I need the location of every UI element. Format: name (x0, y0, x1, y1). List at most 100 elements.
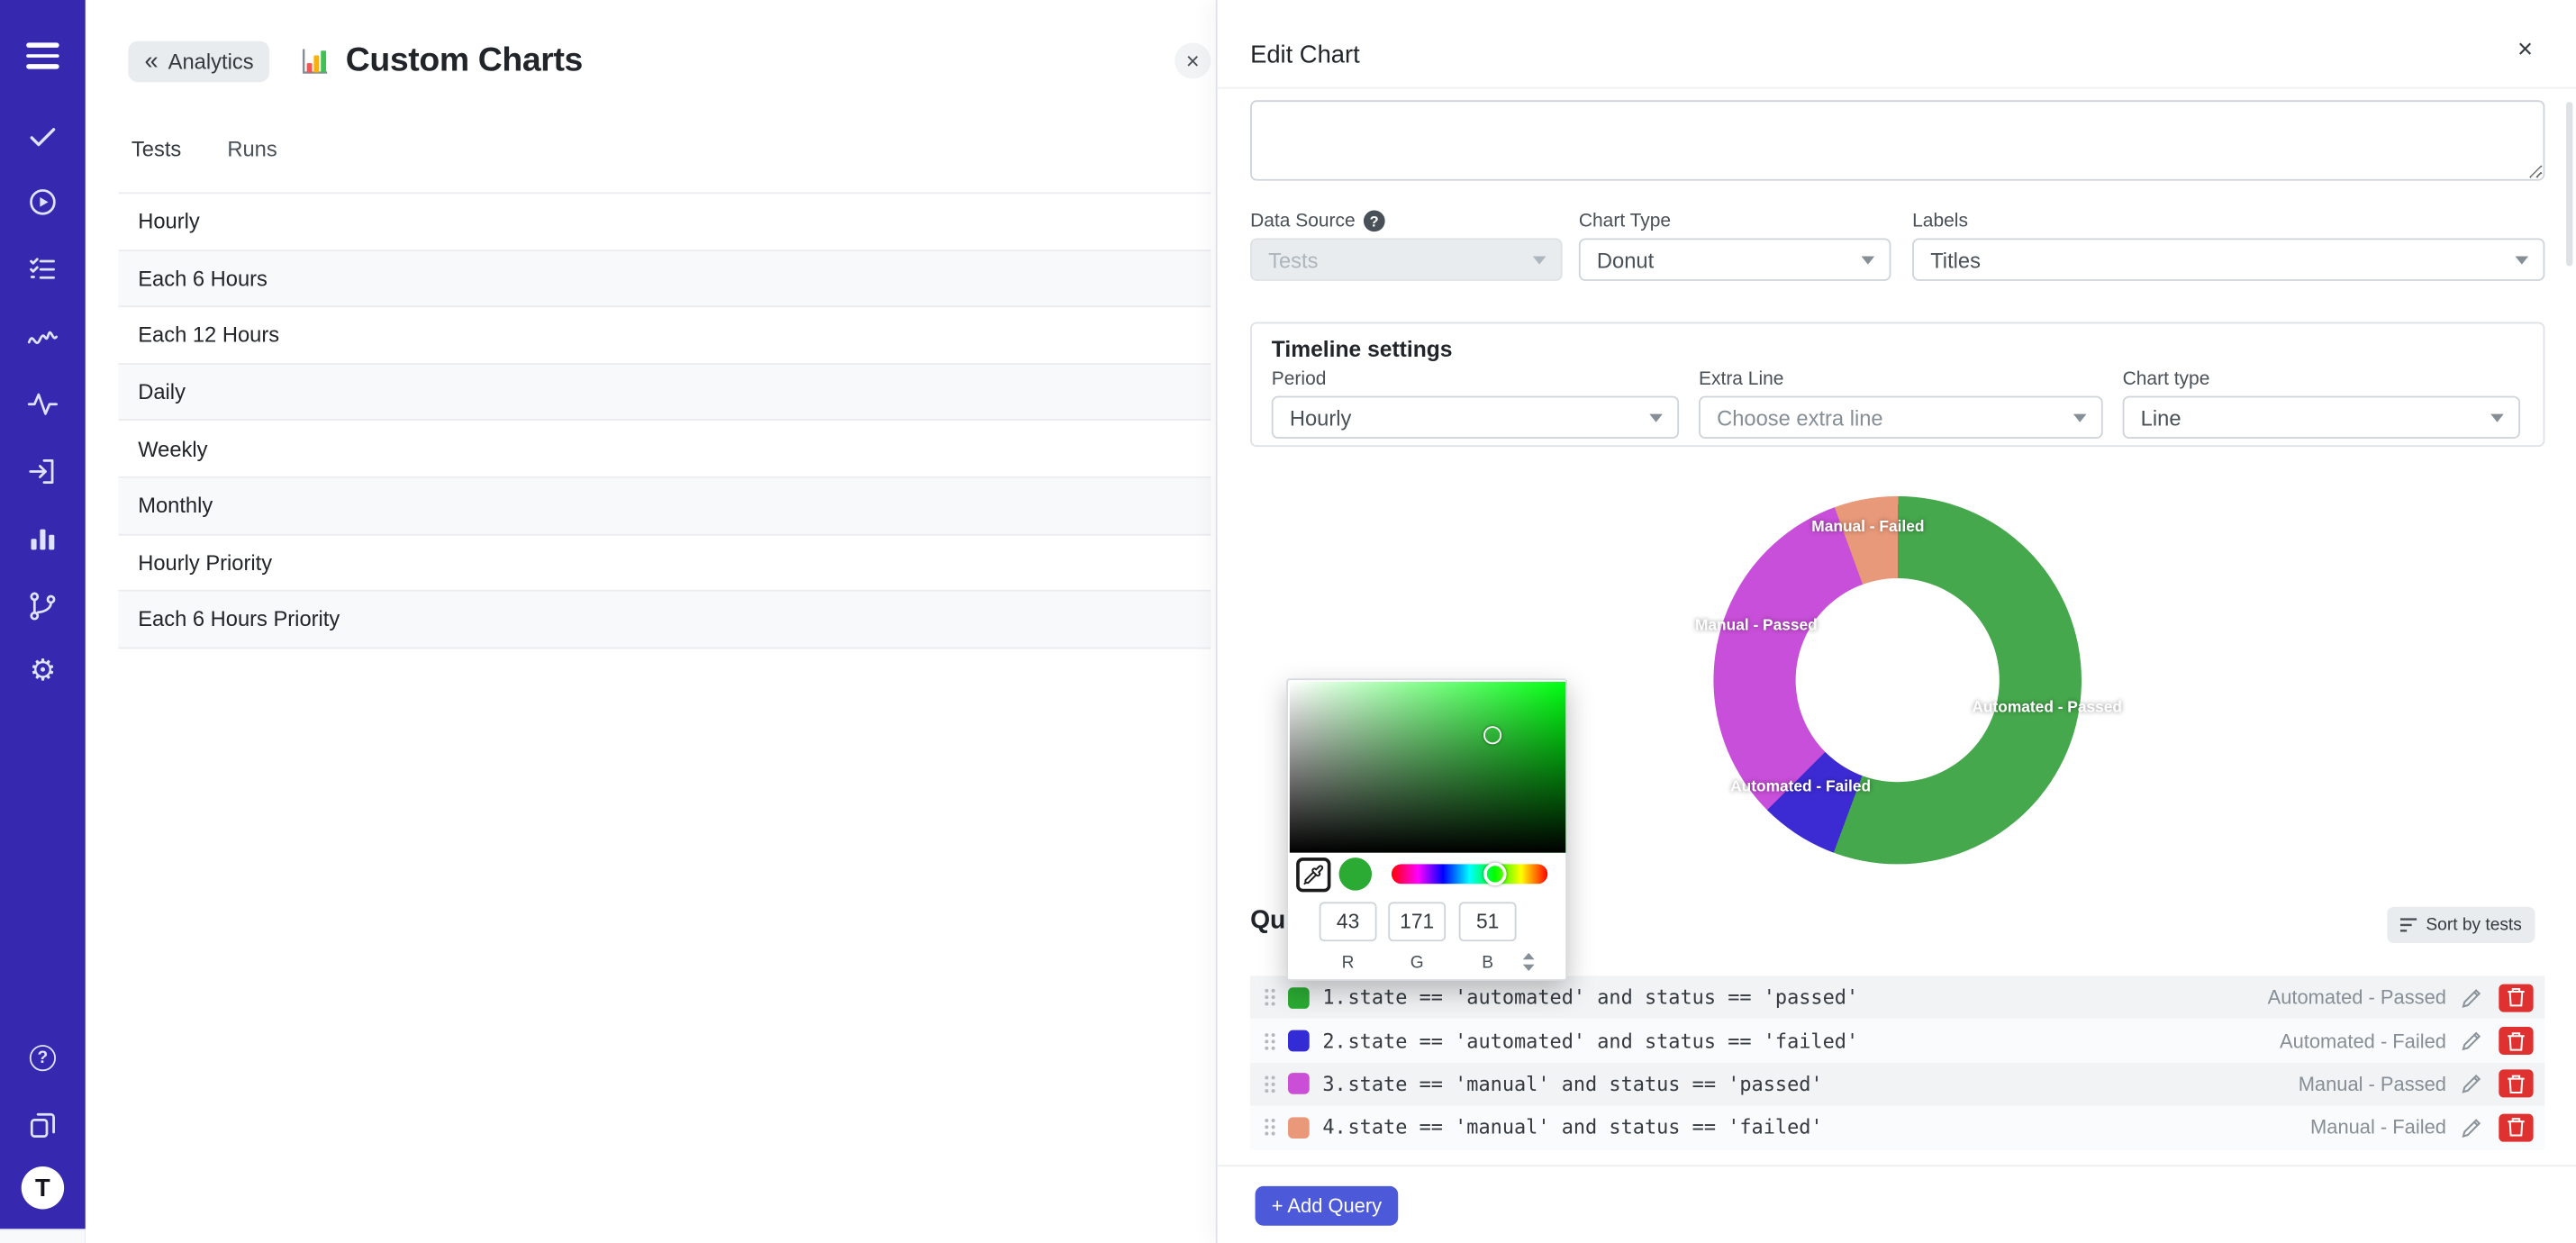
tab-tests[interactable]: Tests (132, 136, 181, 160)
query-color-swatch[interactable] (1288, 1074, 1310, 1095)
hue-pointer[interactable] (1483, 863, 1507, 886)
eyedropper-button[interactable] (1296, 857, 1330, 892)
query-color-swatch[interactable] (1288, 1117, 1310, 1139)
sort-icon (2399, 917, 2417, 933)
add-query-button[interactable]: + Add Query (1256, 1186, 1399, 1226)
query-color-swatch[interactable] (1288, 987, 1310, 1009)
help-icon[interactable]: ? (1364, 210, 1385, 231)
labels-label: Labels (1912, 211, 1968, 231)
red-label: R (1320, 953, 1377, 973)
donut-segment-label: Automated - Failed (1730, 778, 1871, 796)
query-index: 1. (1322, 986, 1346, 1010)
chart-type-select[interactable]: Donut (1579, 238, 1891, 280)
data-source-value: Tests (1268, 248, 1318, 272)
edit-query-icon[interactable] (2461, 987, 2482, 1009)
query-index: 3. (1322, 1073, 1346, 1096)
activity-icon[interactable] (0, 385, 86, 424)
drag-handle-icon[interactable] (1264, 1075, 1277, 1094)
chart-list-item[interactable]: Hourly Priority (118, 535, 1211, 592)
red-input[interactable] (1320, 902, 1377, 941)
trends-icon[interactable] (0, 317, 86, 357)
timeline-chart-type-select[interactable]: Line (2123, 396, 2520, 439)
sort-button-label: Sort by tests (2426, 915, 2521, 935)
back-to-analytics-button[interactable]: « Analytics (128, 41, 270, 82)
chevron-left-icon: « (145, 49, 159, 73)
projects-icon[interactable] (0, 1106, 86, 1146)
period-select[interactable]: Hourly (1272, 396, 1679, 439)
labels-select[interactable]: Titles (1912, 238, 2544, 280)
chevron-down-icon (2073, 414, 2087, 422)
delete-query-button[interactable] (2499, 1027, 2533, 1055)
delete-query-button[interactable] (2499, 1113, 2533, 1141)
query-row: 2. state == 'automated' and status == 'f… (1250, 1020, 2544, 1063)
edit-query-icon[interactable] (2461, 1117, 2482, 1139)
edit-query-icon[interactable] (2461, 1030, 2482, 1052)
chart-description-input[interactable] (1250, 100, 2544, 180)
drawer-header: Edit Chart × (1218, 0, 2576, 88)
runs-icon[interactable] (0, 182, 86, 222)
data-source-select[interactable]: Tests (1250, 238, 1563, 280)
up-down-icon (1522, 952, 1534, 970)
scrollbar-thumb[interactable] (2566, 102, 2572, 266)
query-row: 3. state == 'manual' and status == 'pass… (1250, 1063, 2544, 1106)
chart-list-item[interactable]: Daily (118, 365, 1211, 422)
trash-icon (2507, 1118, 2525, 1138)
menu-icon[interactable] (0, 36, 86, 76)
delete-query-button[interactable] (2499, 1070, 2533, 1098)
query-expression: state == 'manual' and status == 'passed' (1348, 1073, 1823, 1096)
tab-runs[interactable]: Runs (227, 136, 277, 160)
delete-query-button[interactable] (2499, 984, 2533, 1012)
chart-list-item[interactable]: Each 6 Hours Priority (118, 592, 1211, 649)
chevron-down-icon (2516, 257, 2529, 265)
extra-line-label: Extra Line (1699, 368, 1783, 388)
app: ⚙ ? T « Analytics Custom Charts × Tests … (0, 0, 2576, 1243)
blue-label: B (1459, 953, 1517, 973)
chevron-down-icon (1533, 257, 1547, 265)
chart-list-item[interactable]: Monthly (118, 478, 1211, 535)
saturation-area[interactable] (1290, 682, 1565, 853)
scroll-corner (0, 1229, 86, 1243)
chart-list-item[interactable]: Hourly (118, 194, 1211, 250)
sort-by-tests-button[interactable]: Sort by tests (2387, 907, 2535, 943)
drag-handle-icon[interactable] (1264, 1031, 1277, 1051)
edit-chart-drawer: Edit Chart × Data Source ? Tests Chart T… (1216, 0, 2576, 1243)
test-plans-icon[interactable] (0, 250, 86, 289)
hue-slider[interactable] (1392, 864, 1547, 884)
drag-handle-icon[interactable] (1264, 988, 1277, 1008)
chart-list-item[interactable]: Each 6 Hours (118, 250, 1211, 307)
tests-icon[interactable] (0, 117, 86, 157)
labels-value: Titles (1930, 248, 1981, 272)
extra-line-select[interactable]: Choose extra line (1699, 396, 2103, 439)
query-result-label: Automated - Passed (2268, 986, 2446, 1010)
saturation-pointer[interactable] (1483, 727, 1501, 745)
trash-icon (2507, 1075, 2525, 1094)
bar-chart-emoji-icon (300, 45, 331, 77)
branch-icon[interactable] (0, 586, 86, 626)
drawer-footer: + Add Query (1218, 1165, 2576, 1243)
query-color-swatch[interactable] (1288, 1030, 1310, 1052)
app-logo[interactable]: T (0, 1165, 86, 1211)
settings-icon[interactable]: ⚙ (0, 650, 86, 690)
query-result-label: Manual - Passed (2299, 1073, 2446, 1096)
donut-segment-label: Manual - Failed (1811, 518, 1924, 536)
drawer-title: Edit Chart (1250, 41, 1360, 69)
chevron-down-icon (1862, 257, 1875, 265)
green-input[interactable] (1388, 902, 1446, 941)
color-mode-toggle[interactable] (1518, 949, 1537, 973)
drag-handle-icon[interactable] (1264, 1118, 1277, 1138)
query-expression: state == 'automated' and status == 'pass… (1348, 986, 1859, 1010)
donut-segment-label: Automated - Passed (1972, 699, 2122, 717)
data-source-label: Data Source (1250, 211, 1356, 231)
edit-query-icon[interactable] (2461, 1074, 2482, 1095)
chart-list-item[interactable]: Weekly (118, 422, 1211, 478)
help-icon[interactable]: ? (0, 1039, 86, 1078)
blue-input[interactable] (1459, 902, 1517, 941)
import-icon[interactable] (0, 452, 86, 492)
chart-list: Hourly Each 6 Hours Each 12 Hours Daily … (118, 192, 1211, 649)
chart-list-item[interactable]: Each 12 Hours (118, 307, 1211, 364)
chart-type-field: Chart Type Donut (1579, 210, 1891, 280)
analytics-icon[interactable] (0, 519, 86, 558)
close-panel-button[interactable]: × (1175, 42, 1211, 78)
close-drawer-button[interactable]: × (2510, 36, 2540, 66)
period-value: Hourly (1290, 405, 1352, 430)
